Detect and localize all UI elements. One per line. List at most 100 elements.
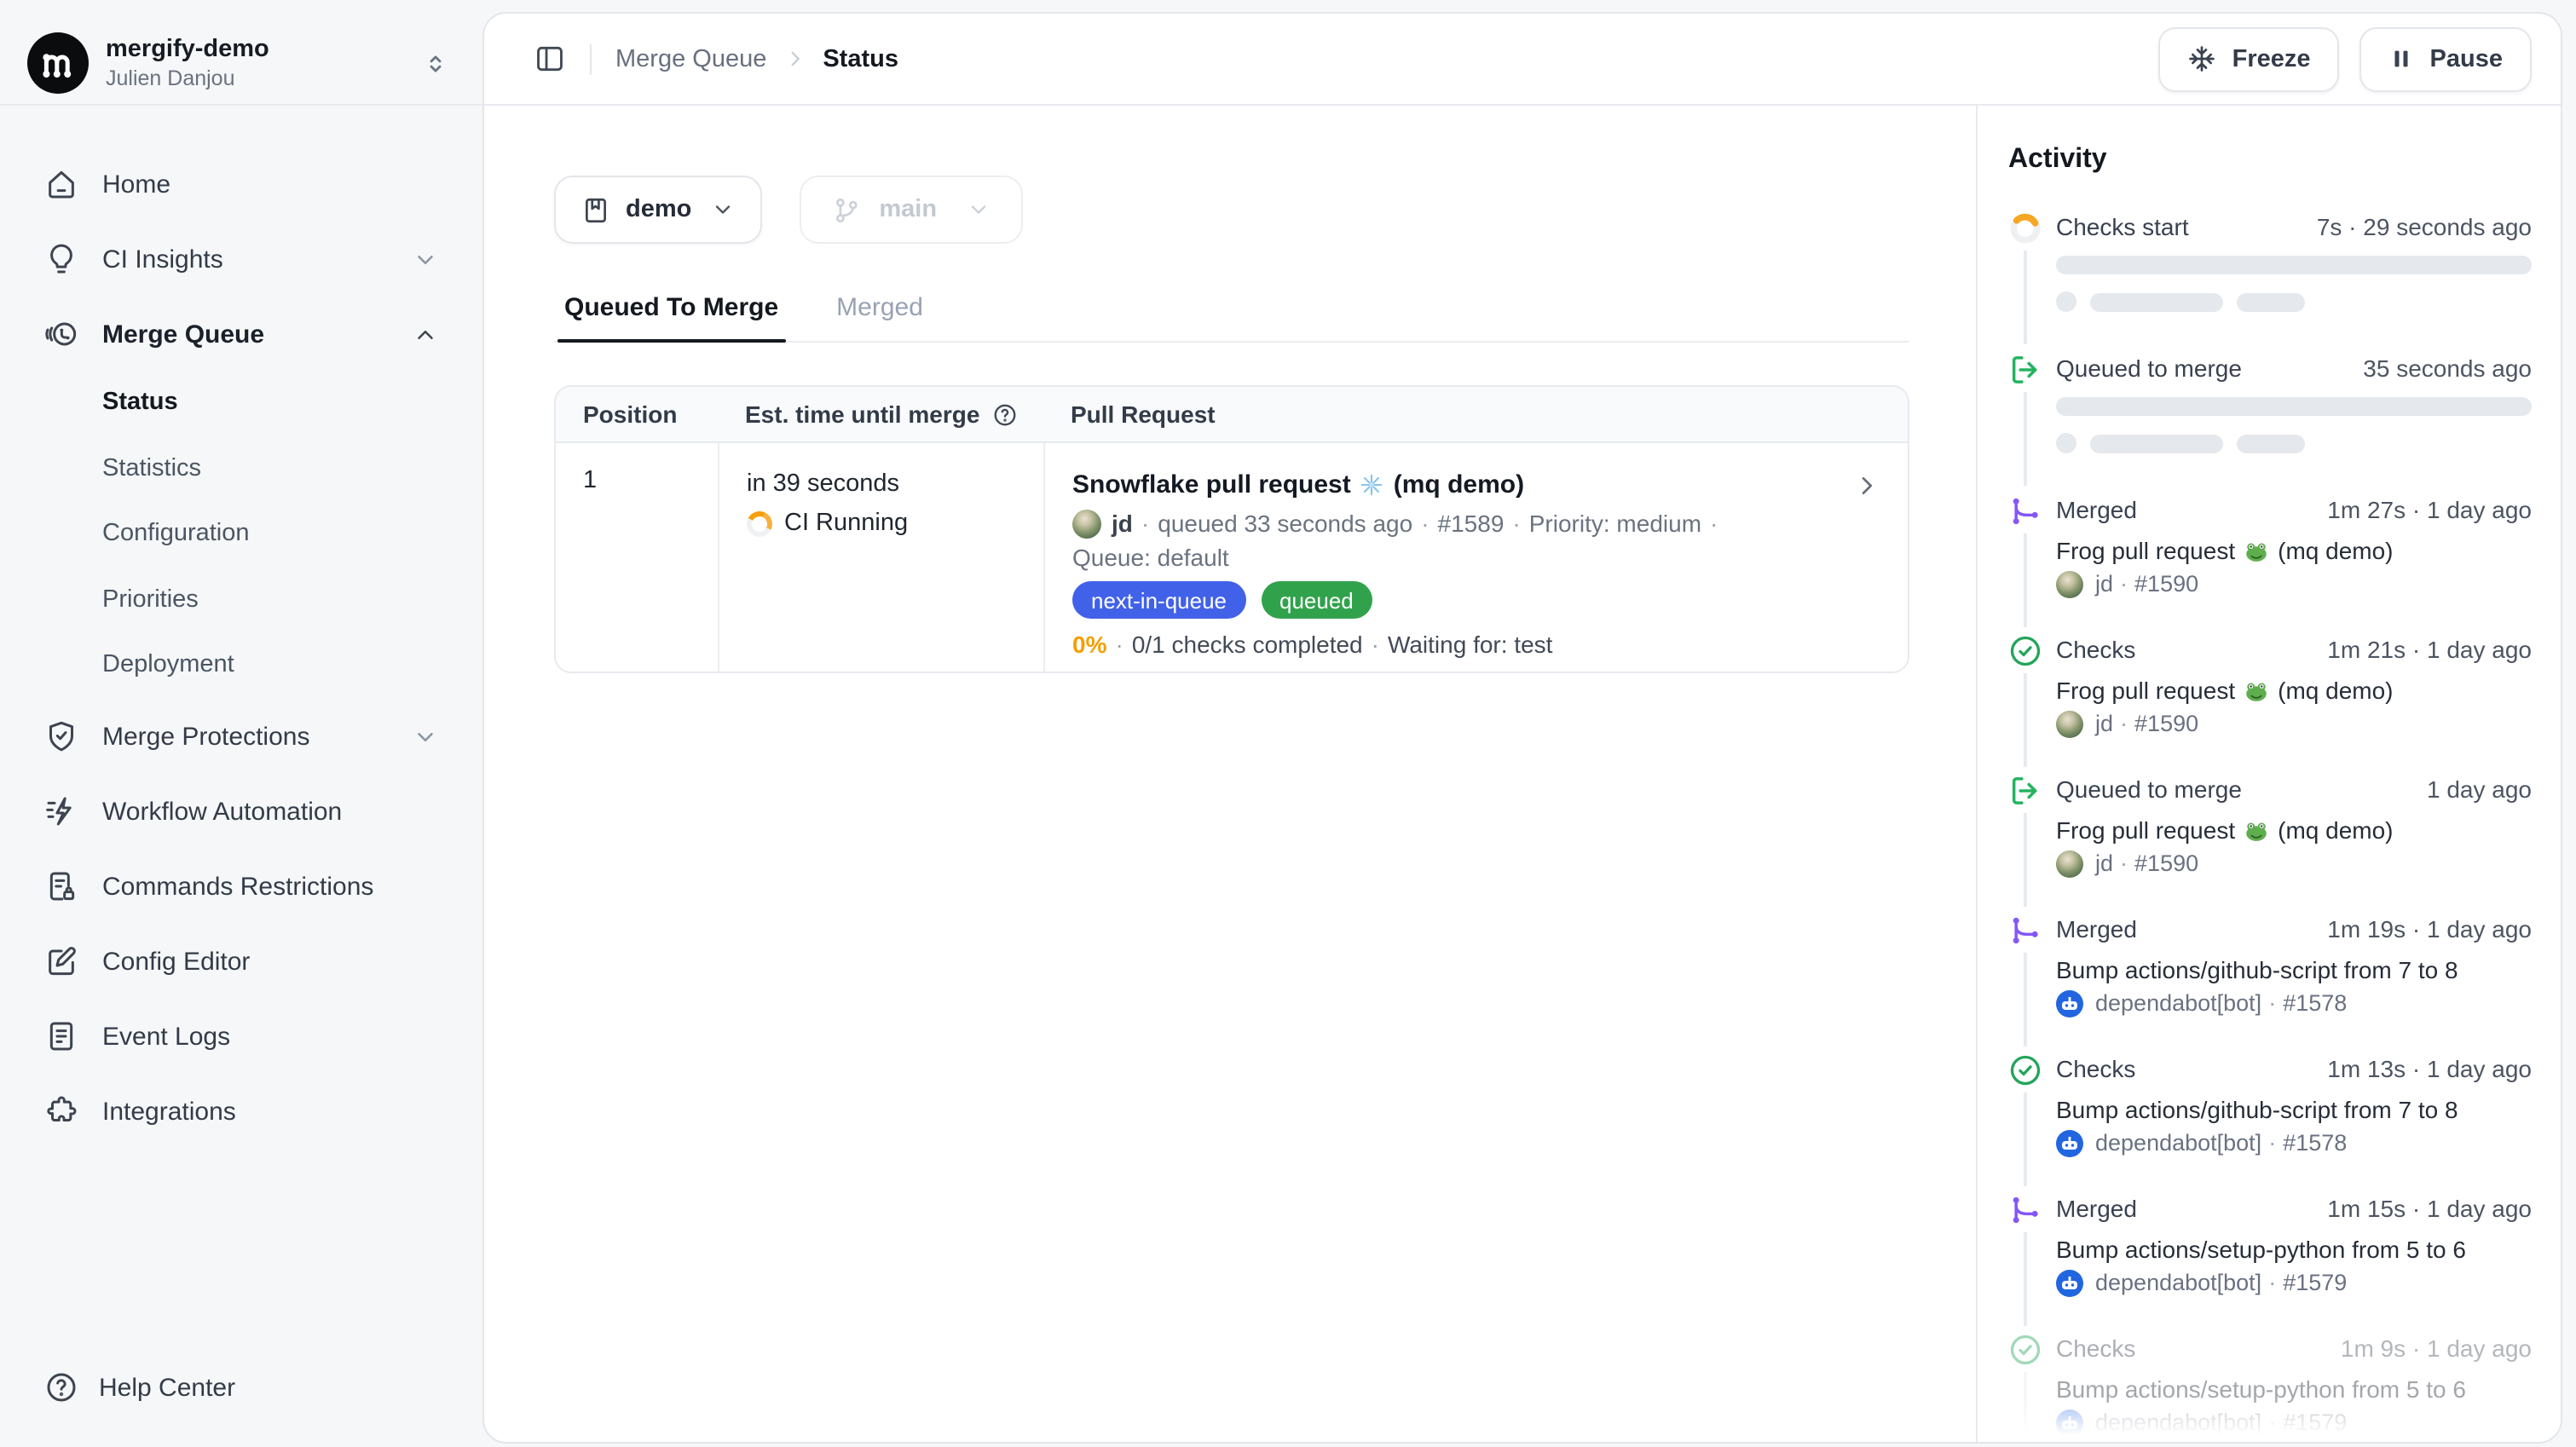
pr-title-emoji <box>2244 677 2269 703</box>
activity-event-icon <box>2008 1053 2042 1087</box>
zap-lines-icon <box>44 794 78 828</box>
author-avatar <box>2056 711 2083 738</box>
activity-item[interactable]: Checks 1m 21s · 1 day ago Frog pull requ… <box>2008 632 2532 741</box>
activity-author: dependabot[bot] <box>2095 1266 2261 1300</box>
sidebar-item-merge-protections[interactable]: Merge Protections <box>27 706 455 767</box>
activity-item[interactable]: Merged 1m 27s · 1 day ago Frog pull requ… <box>2008 493 2532 602</box>
help-circle-icon[interactable] <box>991 401 1017 427</box>
pr-number: #1589 <box>1438 510 1505 537</box>
git-branch-icon <box>831 195 860 224</box>
ci-status: CI Running <box>784 510 908 537</box>
activity-item[interactable]: Queued to merge 1 day ago Frog pull requ… <box>2008 772 2532 881</box>
pause-button[interactable]: Pause <box>2360 26 2532 91</box>
activity-event-label: Checks <box>2056 632 2135 666</box>
row-expand-chevron[interactable] <box>1853 472 1880 499</box>
sidebar-item-ci-insights[interactable]: CI Insights <box>27 228 455 290</box>
sidebar-toggle-button[interactable] <box>525 35 573 83</box>
breadcrumb-merge-queue[interactable]: Merge Queue <box>615 45 766 72</box>
label-queued: queued <box>1261 581 1372 619</box>
activity-event-time: 1m 15s · 1 day ago <box>2327 1191 2532 1225</box>
sidebar-subitem-configuration[interactable]: Configuration <box>27 506 455 561</box>
activity-event-label: Checks start <box>2056 210 2189 244</box>
puzzle-icon <box>44 1094 78 1128</box>
ci-running-spinner-icon <box>743 507 776 539</box>
label-next-in-queue: next-in-queue <box>1072 581 1245 619</box>
chevron-down-icon <box>413 246 438 272</box>
activity-item[interactable]: Checks start 7s · 29 seconds ago <box>2008 210 2532 320</box>
queue-main: demo main Queued To Merge Merged Po <box>484 106 1976 1442</box>
mergify-logo-icon <box>27 32 89 94</box>
activity-author: dependabot[bot] <box>2095 1127 2261 1161</box>
activity-event-time: 7s · 29 seconds ago <box>2317 210 2532 244</box>
pull-request-title[interactable]: Snowflake pull request (mq demo) <box>1072 467 1826 503</box>
activity-event-icon <box>2008 1333 2042 1367</box>
freeze-button[interactable]: Freeze <box>2159 26 2340 91</box>
chevron-down-icon <box>710 198 734 222</box>
chevron-down-icon <box>413 724 438 749</box>
pr-priority: Priority: medium <box>1529 510 1701 537</box>
activity-event-time: 35 seconds ago <box>2363 351 2532 385</box>
topbar: Merge Queue Status Freeze Pause <box>484 14 2561 106</box>
activity-bottom-fade <box>1979 1398 2561 1442</box>
queue-row[interactable]: 1 in 39 seconds CI Running Snowflake pul… <box>556 443 1908 672</box>
activity-pr-number: #1590 <box>2134 568 2198 602</box>
main-card: Merge Queue Status Freeze Pause demo <box>482 12 2562 1444</box>
sidebar-item-commands-restrictions[interactable]: Commands Restrictions <box>27 856 455 917</box>
repository-value: demo <box>626 196 691 223</box>
help-circle-icon <box>44 1370 78 1404</box>
activity-pr-title[interactable]: Bump actions/github-script from 7 to 8 <box>2056 953 2532 987</box>
workspace-name: mergify-demo <box>106 35 406 64</box>
activity-event-icon <box>2008 353 2042 387</box>
home-icon <box>44 167 78 201</box>
activity-item[interactable]: Merged 1m 19s · 1 day ago Bump actions/g… <box>2008 912 2532 1021</box>
chevron-right-icon <box>783 48 806 70</box>
pencil-square-icon <box>44 944 78 978</box>
activity-pr-byline: jd · #1590 <box>2056 707 2532 741</box>
sidebar-item-event-logs[interactable]: Event Logs <box>27 1006 455 1067</box>
activity-pr-title[interactable]: Bump actions/github-script from 7 to 8 <box>2056 1092 2532 1127</box>
pr-title-emoji <box>2244 538 2269 563</box>
activity-pr-title[interactable]: Frog pull request (mq demo) <box>2056 673 2532 707</box>
sidebar-subitem-statistics[interactable]: Statistics <box>27 441 455 495</box>
workspace-switcher[interactable]: mergify-demo Julien Danjou <box>0 0 482 104</box>
shield-check-icon <box>44 719 78 753</box>
activity-author: jd <box>2095 707 2113 741</box>
activity-item[interactable]: Merged 1m 15s · 1 day ago Bump actions/s… <box>2008 1191 2532 1300</box>
activity-pr-title[interactable]: Frog pull request (mq demo) <box>2056 813 2532 847</box>
loading-skeleton <box>2056 244 2532 320</box>
sidebar-item-integrations[interactable]: Integrations <box>27 1081 455 1142</box>
queue-table: Position Est. time until merge Pull Requ… <box>554 385 1909 673</box>
breadcrumb: Merge Queue Status <box>615 45 898 72</box>
checks-waiting: Waiting for: test <box>1388 631 1553 658</box>
sidebar-item-workflow-automation[interactable]: Workflow Automation <box>27 781 455 842</box>
repo-book-icon <box>581 195 610 224</box>
author-avatar <box>2056 571 2083 598</box>
activity-pr-title[interactable]: Frog pull request (mq demo) <box>2056 533 2532 568</box>
activity-pr-number: #1590 <box>2134 847 2198 881</box>
tab-queued-to-merge[interactable]: Queued To Merge <box>557 293 785 341</box>
help-center-link[interactable]: Help Center <box>27 1357 252 1418</box>
sidebar-subitem-status[interactable]: Status <box>27 375 455 429</box>
sidebar-item-home[interactable]: Home <box>27 153 455 215</box>
sidebar-subitem-priorities[interactable]: Priorities <box>27 572 455 626</box>
sidebar-item-merge-queue[interactable]: Merge Queue <box>27 303 455 365</box>
activity-event-icon <box>2008 914 2042 948</box>
activity-pr-number: #1590 <box>2134 707 2198 741</box>
repository-select[interactable]: demo <box>554 176 761 244</box>
activity-pr-number: #1578 <box>2283 1127 2347 1161</box>
checks-progress: 0% <box>1072 631 1106 658</box>
activity-event-icon <box>2008 494 2042 528</box>
activity-pr-number: #1579 <box>2283 1266 2347 1300</box>
queue-table-header: Position Est. time until merge Pull Requ… <box>556 387 1908 443</box>
activity-event-label: Merged <box>2056 912 2137 946</box>
activity-event-icon <box>2008 774 2042 808</box>
activity-pr-title[interactable]: Bump actions/setup-python from 5 to 6 <box>2056 1232 2532 1266</box>
activity-item[interactable]: Queued to merge 35 seconds ago <box>2008 351 2532 462</box>
queue-row-pull-request: Snowflake pull request (mq demo) jd·queu… <box>1043 443 1908 672</box>
tab-merged[interactable]: Merged <box>829 293 930 341</box>
branch-select[interactable]: main <box>799 176 1022 244</box>
sidebar-subitem-deployment[interactable]: Deployment <box>27 637 455 692</box>
sidebar-item-config-editor[interactable]: Config Editor <box>27 931 455 992</box>
activity-item[interactable]: Checks 1m 13s · 1 day ago Bump actions/g… <box>2008 1052 2532 1161</box>
author-avatar <box>2056 1270 2083 1297</box>
